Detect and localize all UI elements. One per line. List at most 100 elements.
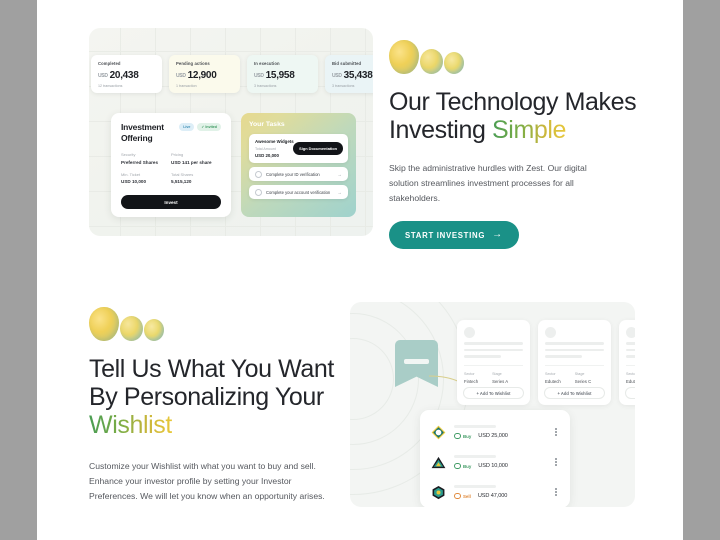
list-item[interactable]: Buy USD 10,000 [431, 449, 559, 475]
more-options-icon[interactable] [553, 456, 559, 468]
stat-subtext: 3 transactions [254, 84, 277, 88]
headline-accent-word: Simple [492, 116, 567, 144]
placeholder-line [626, 355, 635, 358]
stat-amount: 15,958 [265, 70, 295, 81]
technology-copy-block: Our Technology Makes Investing Simple Sk… [389, 40, 644, 250]
offering-field-total-shares: Total Shares 5,515,120 [171, 172, 221, 185]
blob-medium-icon [420, 49, 443, 74]
diamond-icon [431, 425, 446, 439]
invest-button[interactable]: Invest [121, 195, 221, 209]
tasks-title: Your Tasks [249, 121, 285, 128]
meta-key: Sector [545, 371, 556, 376]
stat-currency: USD [332, 73, 342, 79]
field-key: Pricing [171, 152, 184, 158]
stat-label: In execution [254, 61, 280, 66]
placeholder-line [454, 454, 496, 458]
stat-currency: USD [176, 73, 186, 79]
stat-subtext: 3 transactions [332, 84, 355, 88]
more-options-icon[interactable] [553, 486, 559, 498]
placeholder-line [545, 355, 582, 358]
side-label: Buy [463, 463, 472, 469]
meta-value: Edute [626, 378, 635, 384]
avatar [626, 327, 635, 338]
placeholder-line [454, 424, 496, 428]
meta-stage: Stage Series A [492, 372, 508, 384]
blob-medium-icon [120, 316, 143, 341]
meta-key: Sector [626, 371, 635, 376]
list-item[interactable]: Sell USD 47,000 [431, 479, 559, 505]
stat-card-bid-submitted[interactable]: Bid submitted USD 35,438 3 transactions [325, 55, 373, 93]
more-options-icon[interactable] [553, 426, 559, 438]
placeholder-line [545, 342, 604, 345]
start-investing-button[interactable]: START INVESTING → [389, 221, 519, 250]
status-badge-invited: ✓ Invited [197, 123, 221, 131]
task-row-id-verification[interactable]: Complete your ID verification → [249, 167, 348, 181]
arrow-right-icon: → [492, 229, 503, 241]
add-to-wishlist-button[interactable]: + Add To Wishlist [544, 387, 605, 399]
headline-line-1: Tell Us What You Want [89, 355, 334, 383]
meta-value: Fintech [464, 378, 479, 384]
section-wishlist: Tell Us What You Want By Personalizing Y… [37, 292, 683, 540]
stat-value: USD 15,958 [254, 70, 311, 81]
add-to-wishlist-button[interactable]: + Add To Wishlist [463, 387, 524, 399]
divider [626, 364, 635, 366]
list-item-body: Buy USD 25,000 [454, 424, 545, 440]
stat-amount: 12,900 [187, 70, 217, 81]
offering-field-pricing: Pricing USD 141 per share [171, 152, 221, 165]
sign-documentation-button[interactable]: Sign Documentation [293, 142, 343, 155]
field-key: Security [121, 152, 136, 158]
cta-wrap: START INVESTING → [389, 221, 644, 250]
placeholder-line [545, 348, 604, 352]
meta-key: Stage [574, 371, 585, 376]
stat-card-pending-actions[interactable]: Pending actions USD 12,900 1 transaction [169, 55, 240, 93]
blob-small-icon [144, 319, 164, 341]
wishlist-card: Buy USD 25,000 Buy USD 10,000 Sell USD 4… [420, 410, 570, 507]
stat-value: USD 12,900 [176, 70, 233, 81]
opportunity-card[interactable]: Sector Fintech Stage Series A + Add To W… [457, 320, 530, 405]
stat-value: USD 35,438 [332, 70, 373, 81]
stat-card-completed[interactable]: Completed USD 20,438 12 transactions [91, 55, 162, 93]
amount-value: USD 47,000 [477, 493, 508, 500]
field-value: USD 141 per share [171, 159, 212, 165]
stat-label: Completed [98, 61, 121, 66]
list-item-detail: Sell USD 47,000 [454, 492, 545, 500]
placeholder-line [464, 348, 523, 352]
stat-cards-row: Completed USD 20,438 12 transactions Pend… [89, 55, 373, 93]
stat-amount: 20,438 [109, 70, 139, 81]
brand-blobs-logo [389, 40, 644, 74]
offering-fields: Security Preferred Shares Pricing USD 14… [121, 152, 221, 191]
opportunity-card[interactable]: Sector Edute [619, 320, 635, 405]
task-card-primary[interactable]: Awesome Widgets Total Amount USD 20,000 … [249, 134, 348, 163]
add-to-wishlist-button[interactable] [625, 387, 635, 399]
stat-card-in-execution[interactable]: In execution USD 15,958 3 transactions [247, 55, 318, 93]
meta-value: Series A [492, 378, 509, 384]
opportunity-card[interactable]: Sector Edutech Stage Series C + Add To W… [538, 320, 611, 405]
offering-badges: Live ✓ Invited [179, 122, 221, 131]
meta-key: Sector [464, 371, 475, 376]
hexagon-icon [432, 485, 445, 499]
task-label: Complete your ID verification [266, 171, 320, 177]
list-item-body: Buy USD 10,000 [454, 454, 545, 470]
list-item[interactable]: Buy USD 25,000 [431, 419, 559, 445]
task-row-account-verification[interactable]: Complete your account verification → [249, 185, 348, 199]
placeholder-line [454, 484, 496, 488]
side-dot-icon [454, 432, 461, 440]
list-item-detail: Buy USD 25,000 [454, 432, 545, 440]
page-title: Our Technology Makes Investing Simple [389, 88, 644, 144]
opportunity-cards-row: Sector Fintech Stage Series A + Add To W… [457, 320, 635, 405]
field-key: Total Shares [171, 171, 194, 177]
field-value: Preferred Shares [121, 159, 159, 165]
side-badge: Buy [454, 432, 471, 440]
offering-field-min-ticket: Min. Ticket USD 10,000 [121, 172, 171, 185]
placeholder-line [464, 342, 523, 345]
divider [464, 364, 523, 366]
stat-amount: 35,438 [343, 70, 373, 81]
placeholder-line [626, 348, 635, 352]
field-value: USD 10,000 [121, 179, 147, 185]
side-badge: Buy [454, 462, 472, 470]
stat-subtext: 1 transaction [176, 84, 197, 88]
your-tasks-panel: Your Tasks Awesome Widgets Total Amount … [241, 113, 356, 217]
meta-sector: Sector Edute [626, 372, 635, 384]
page-title: Tell Us What You Want By Personalizing Y… [89, 355, 339, 439]
wishlist-preview-panel: Sector Fintech Stage Series A + Add To W… [350, 302, 635, 507]
